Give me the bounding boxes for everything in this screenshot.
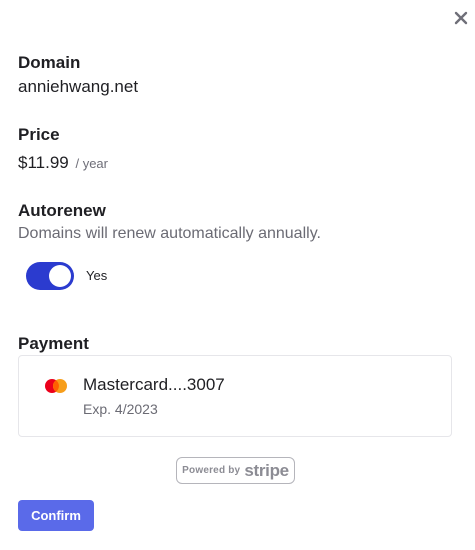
card-name: Mastercard....3007 <box>83 375 225 394</box>
payment-card[interactable]: Mastercard....3007 Exp. 4/2023 <box>18 355 452 437</box>
close-icon[interactable] <box>453 10 469 26</box>
mastercard-icon <box>45 379 67 393</box>
autorenew-toggle[interactable] <box>26 262 74 290</box>
confirm-button[interactable]: Confirm <box>18 500 94 531</box>
stripe-logo: stripe <box>244 460 289 480</box>
price-value: $11.99 / year <box>18 153 108 173</box>
price-amount: $11.99 <box>18 153 69 172</box>
domain-value: anniehwang.net <box>18 77 139 96</box>
autorenew-label: Autorenew <box>18 201 106 220</box>
domain-purchase-modal: Domain anniehwang.net Price $11.99 / yea… <box>0 0 475 550</box>
autorenew-description: Domains will renew automatically annuall… <box>18 225 321 242</box>
autorenew-toggle-label: Yes <box>86 268 108 283</box>
price-unit: / year <box>75 156 108 171</box>
powered-by-text: Powered by <box>182 465 241 476</box>
card-expiry: Exp. 4/2023 <box>83 401 158 417</box>
toggle-knob <box>49 265 71 287</box>
payment-label: Payment <box>18 334 89 353</box>
domain-label: Domain <box>18 53 81 72</box>
powered-by-stripe-badge[interactable]: Powered by stripe <box>176 457 295 484</box>
price-label: Price <box>18 125 60 144</box>
